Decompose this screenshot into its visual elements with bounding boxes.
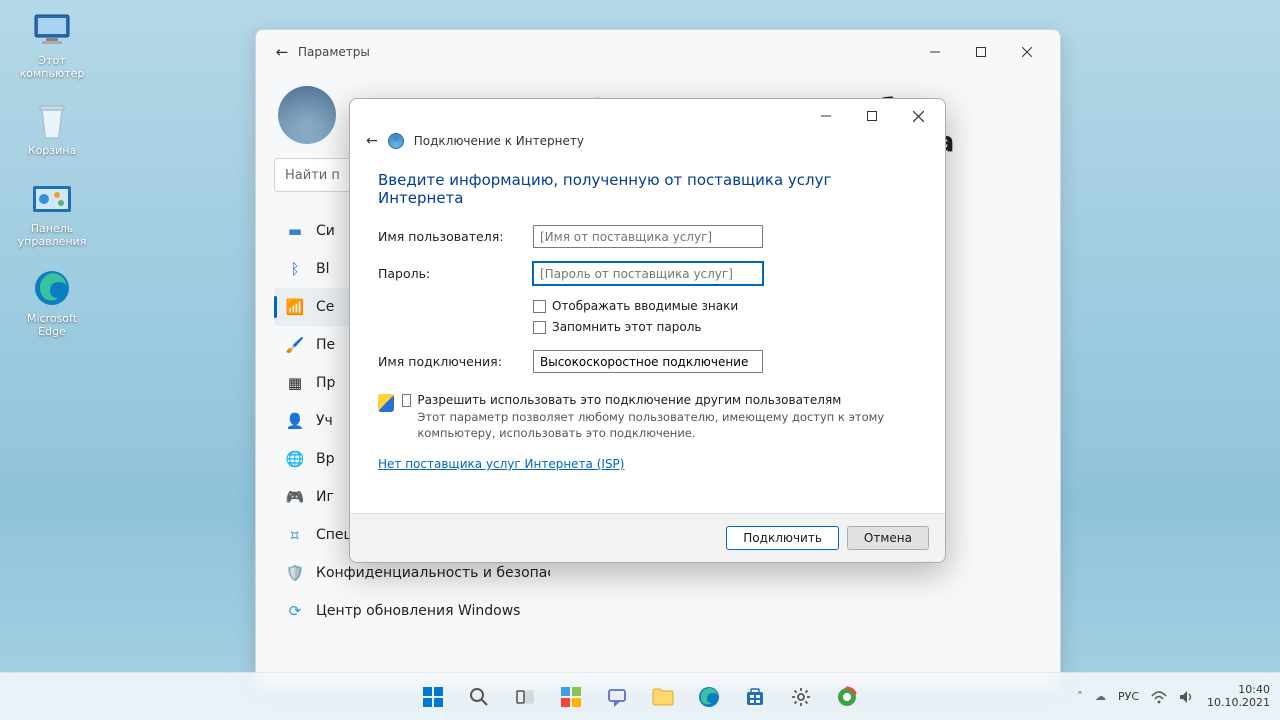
allow-others-label: Разрешить использовать это подключение д… <box>417 393 917 407</box>
time-text: 10:40 <box>1207 684 1270 697</box>
time-icon: 🌐 <box>286 450 304 468</box>
search-button[interactable] <box>459 677 499 717</box>
wizard-titlebar <box>350 99 945 133</box>
connect-button[interactable]: Подключить <box>726 526 839 550</box>
settings-titlebar: ← Параметры <box>256 30 1060 74</box>
allow-others-desc: Этот параметр позволяет любому пользоват… <box>417 410 917 441</box>
icon-label: Корзина <box>28 145 76 158</box>
language-indicator[interactable]: РУС <box>1118 690 1139 703</box>
app-button[interactable] <box>827 677 867 717</box>
icon-label: Microsoft Edge <box>27 313 77 338</box>
tray-chevron-icon[interactable]: ˄ <box>1077 690 1083 704</box>
password-input[interactable] <box>533 262 763 285</box>
username-label: Имя пользователя: <box>378 229 533 244</box>
pc-icon <box>30 8 74 52</box>
privacy-icon: 🛡️ <box>286 564 304 582</box>
wifi-icon: 📶 <box>286 298 304 316</box>
network-tray-icon[interactable] <box>1151 690 1167 704</box>
brush-icon: 🖌️ <box>286 336 304 354</box>
edge-button[interactable] <box>689 677 729 717</box>
taskview-button[interactable] <box>505 677 545 717</box>
store-button[interactable] <box>735 677 775 717</box>
sidebar-item-update[interactable]: ⟳Центр обновления Windows <box>274 592 550 630</box>
onedrive-icon[interactable]: ☁ <box>1095 690 1106 703</box>
settings-taskbar-button[interactable] <box>781 677 821 717</box>
desktop-icon-edge[interactable]: Microsoft Edge <box>12 266 92 338</box>
no-isp-link[interactable]: Нет поставщика услуг Интернета (ISP) <box>378 457 624 471</box>
volume-tray-icon[interactable] <box>1179 690 1195 704</box>
show-chars-label: Отображать вводимые знаки <box>552 299 738 313</box>
allow-others-checkbox[interactable] <box>402 394 411 407</box>
wizard-footer: Подключить Отмена <box>350 513 945 562</box>
maximize-button[interactable] <box>958 37 1004 67</box>
internet-connection-wizard: ← Подключение к Интернету Введите информ… <box>349 98 946 563</box>
back-button[interactable]: ← <box>266 43 298 61</box>
widgets-button[interactable] <box>551 677 591 717</box>
minimize-button[interactable] <box>912 37 958 67</box>
connection-name-label: Имя подключения: <box>378 354 533 369</box>
icon-label: Панель управления <box>18 223 87 248</box>
desktop-icon-recycle-bin[interactable]: Корзина <box>12 98 92 158</box>
wizard-header: ← Подключение к Интернету <box>350 133 945 159</box>
close-button[interactable] <box>1004 37 1050 67</box>
update-icon: ⟳ <box>286 602 304 620</box>
accessibility-icon: ⯏ <box>286 526 304 544</box>
remember-password-checkbox[interactable] <box>533 321 546 334</box>
window-title: Параметры <box>298 45 370 59</box>
desktop-icon-control-panel[interactable]: Панель управления <box>12 176 92 248</box>
globe-icon <box>388 133 404 149</box>
wizard-maximize-button[interactable] <box>849 102 895 130</box>
apps-icon: ▦ <box>286 374 304 392</box>
date-text: 10.10.2021 <box>1207 697 1270 710</box>
taskbar-tray: ˄ ☁ РУС 10:40 10.10.2021 <box>1077 684 1270 709</box>
desktop-icons: Этот компьютер Корзина Панель управления… <box>12 8 92 356</box>
explorer-button[interactable] <box>643 677 683 717</box>
shield-icon <box>378 394 394 412</box>
control-panel-icon <box>30 176 74 220</box>
wizard-title: Подключение к Интернету <box>414 134 584 148</box>
clock[interactable]: 10:40 10.10.2021 <box>1207 684 1270 709</box>
gaming-icon: 🎮 <box>286 488 304 506</box>
search-placeholder: Найти п <box>285 168 340 183</box>
bin-icon <box>30 98 74 142</box>
edge-icon <box>30 266 74 310</box>
wizard-close-button[interactable] <box>895 102 941 130</box>
wizard-heading: Введите информацию, полученную от постав… <box>378 171 917 207</box>
start-button[interactable] <box>413 677 453 717</box>
remember-password-label: Запомнить этот пароль <box>552 320 701 334</box>
cancel-button[interactable]: Отмена <box>847 526 929 550</box>
taskbar-center <box>413 677 867 717</box>
wizard-back-button[interactable]: ← <box>366 133 378 149</box>
bluetooth-icon: ᛒ <box>286 260 304 278</box>
desktop-icon-this-pc[interactable]: Этот компьютер <box>12 8 92 80</box>
system-icon: ▬ <box>286 222 304 240</box>
password-label: Пароль: <box>378 266 533 281</box>
wizard-minimize-button[interactable] <box>803 102 849 130</box>
icon-label: Этот компьютер <box>20 55 85 80</box>
taskbar: ˄ ☁ РУС 10:40 10.10.2021 <box>0 672 1280 720</box>
connection-name-input[interactable] <box>533 350 763 373</box>
accounts-icon: 👤 <box>286 412 304 430</box>
show-chars-checkbox[interactable] <box>533 300 546 313</box>
username-input[interactable] <box>533 225 763 248</box>
chat-button[interactable] <box>597 677 637 717</box>
avatar <box>278 86 336 144</box>
